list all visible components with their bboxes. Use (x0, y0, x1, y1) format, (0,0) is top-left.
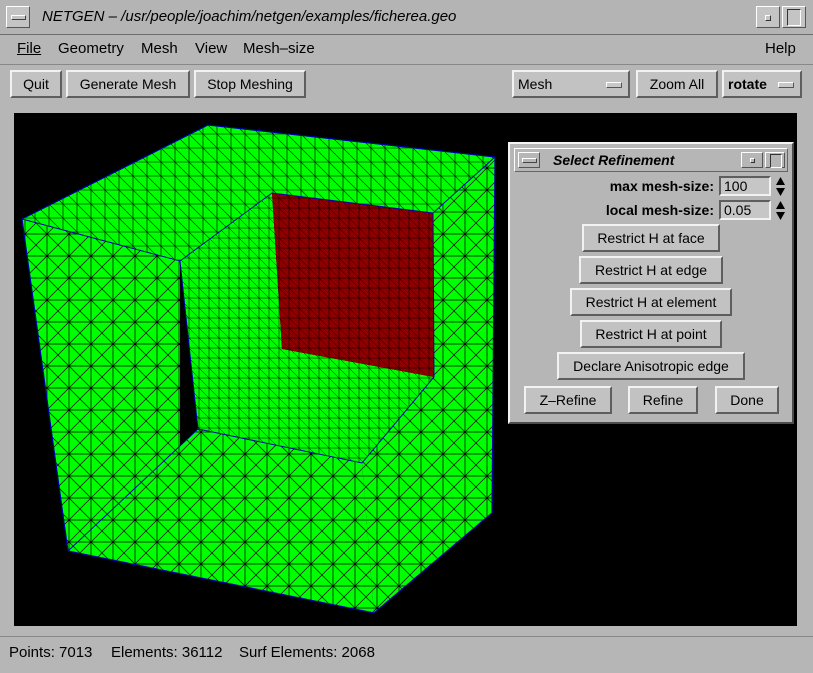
maximize-icon (787, 9, 801, 26)
restrict-h-point-button[interactable]: Restrict H at point (580, 320, 722, 348)
dialog-title-bar[interactable]: Select Refinement (514, 148, 788, 172)
status-elements: Elements: 36112 (111, 644, 223, 661)
menu-view[interactable]: View (195, 40, 227, 57)
menu-file[interactable]: File (17, 40, 41, 57)
minimize-button[interactable] (756, 6, 780, 28)
minimize-icon (765, 15, 771, 21)
max-mesh-size-input[interactable]: 100 (719, 176, 771, 196)
dialog-menu-icon[interactable] (518, 152, 540, 168)
status-bar: Points: 7013 Elements: 36112 Surf Elemen… (0, 636, 813, 673)
dialog-minimize-icon[interactable] (741, 152, 763, 168)
zoom-all-button[interactable]: Zoom All (636, 70, 718, 98)
mesh-faces (21, 124, 496, 614)
menu-help[interactable]: Help (765, 40, 796, 57)
menu-mesh-size[interactable]: Mesh–size (243, 40, 315, 57)
refine-button[interactable]: Refine (628, 386, 698, 414)
dropdown-indicator-icon (778, 82, 794, 88)
mode-select-value: rotate (728, 76, 767, 92)
restrict-h-face-button[interactable]: Restrict H at face (582, 224, 720, 252)
dialog-title: Select Refinement (553, 152, 675, 168)
maximize-button[interactable] (782, 6, 806, 28)
local-mesh-size-label: local mesh-size: (605, 202, 714, 218)
local-mesh-size-up-icon[interactable] (775, 200, 786, 210)
dialog-maximize-icon[interactable] (765, 152, 785, 168)
status-surf-elements: Surf Elements: 2068 (239, 644, 375, 661)
window-menu-icon (11, 15, 26, 20)
window-title: NETGEN – /usr/people/joachim/netgen/exam… (42, 8, 457, 25)
max-mesh-size-up-icon[interactable] (775, 176, 786, 186)
menu-mesh[interactable]: Mesh (141, 40, 178, 57)
dropdown-indicator-icon (606, 82, 622, 88)
title-bar: NETGEN – /usr/people/joachim/netgen/exam… (0, 0, 813, 35)
restrict-h-element-button[interactable]: Restrict H at element (570, 288, 732, 316)
declare-anisotropic-edge-button[interactable]: Declare Anisotropic edge (557, 352, 745, 380)
menu-bar: File Geometry Mesh View Mesh–size Help (0, 35, 813, 65)
done-button[interactable]: Done (715, 386, 779, 414)
local-mesh-size-input[interactable]: 0.05 (719, 200, 771, 220)
max-mesh-size-label: max mesh-size: (609, 178, 714, 194)
select-refinement-dialog: Select Refinement max mesh-size: 100 loc… (508, 142, 794, 424)
view-select-dropdown[interactable]: Mesh (512, 70, 630, 98)
window-menu-button[interactable] (6, 6, 30, 28)
toolbar: Quit Generate Mesh Stop Meshing Mesh Zoo… (0, 66, 813, 104)
stop-meshing-button[interactable]: Stop Meshing (194, 70, 306, 98)
view-select-value: Mesh (518, 76, 553, 92)
menu-geometry[interactable]: Geometry (58, 40, 124, 57)
z-refine-button[interactable]: Z–Refine (524, 386, 612, 414)
mode-select-dropdown[interactable]: rotate (722, 70, 802, 98)
max-mesh-size-down-icon[interactable] (775, 187, 786, 197)
status-points: Points: 7013 (9, 644, 93, 661)
quit-button[interactable]: Quit (10, 70, 62, 98)
generate-mesh-button[interactable]: Generate Mesh (66, 70, 190, 98)
restrict-h-edge-button[interactable]: Restrict H at edge (579, 256, 723, 284)
local-mesh-size-down-icon[interactable] (775, 211, 786, 221)
